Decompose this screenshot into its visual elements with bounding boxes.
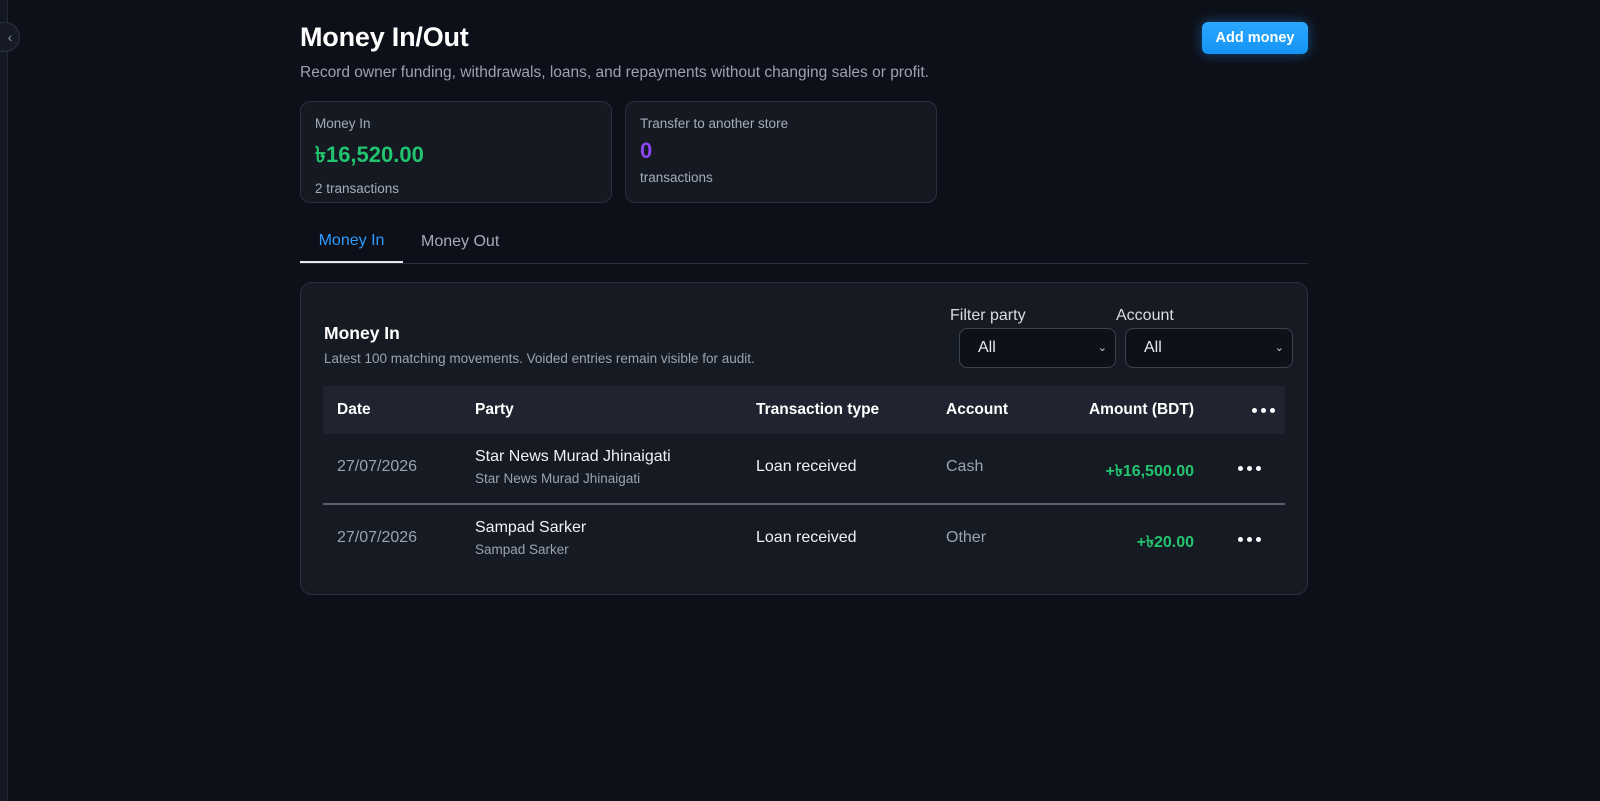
table-row[interactable]: 27/07/2026 Sampad Sarker Sampad Sarker L…	[323, 505, 1285, 574]
account-filter-select[interactable]: All ⌄	[1125, 328, 1293, 368]
account-filter-label: Account	[1116, 307, 1174, 324]
column-transaction-type[interactable]: Transaction type	[756, 386, 879, 434]
panel-title: Money In	[324, 323, 400, 343]
row-actions-button[interactable]	[1231, 527, 1267, 551]
column-amount[interactable]: Amount (BDT)	[1089, 386, 1194, 434]
column-menu-button[interactable]	[1245, 398, 1281, 422]
row-amount: +৳16,500.00	[1105, 463, 1195, 480]
row-actions-button[interactable]	[1231, 456, 1267, 480]
select-value: All	[1144, 339, 1162, 356]
more-horizontal-icon	[1237, 465, 1243, 471]
money-in-panel: Money In Latest 100 matching movements. …	[300, 282, 1308, 595]
more-horizontal-icon	[1237, 536, 1243, 542]
row-transaction-type: Loan received	[756, 529, 857, 546]
page-title: Money In/Out	[300, 22, 469, 52]
transactions-table: Date Party Transaction type Account Amou…	[323, 386, 1285, 574]
add-money-button[interactable]: Add money	[1202, 22, 1308, 54]
filter-party-label: Filter party	[950, 307, 1026, 324]
row-account: Cash	[946, 458, 984, 475]
sidebar-rail	[0, 0, 8, 801]
stat-value: ৳16,520.00	[315, 142, 424, 167]
chevron-down-icon: ⌄	[1097, 342, 1107, 354]
row-account: Other	[946, 529, 987, 546]
row-party: Star News Murad Jhinaigati	[475, 448, 671, 465]
stat-sub: 2 transactions	[315, 181, 400, 196]
chevron-left-icon: ‹	[7, 29, 13, 45]
panel-subtitle: Latest 100 matching movements. Voided en…	[324, 351, 755, 366]
filter-party-select[interactable]: All ⌄	[959, 328, 1116, 368]
column-party[interactable]: Party	[475, 386, 514, 434]
page-subtitle: Record owner funding, withdrawals, loans…	[300, 64, 929, 81]
stat-label: Transfer to another store	[640, 116, 789, 131]
row-party-sub: Sampad Sarker	[475, 542, 569, 557]
tab-bar: Money In Money Out	[300, 220, 1308, 264]
column-account[interactable]: Account	[946, 386, 1008, 434]
row-party-sub: Star News Murad Jhinaigati	[475, 471, 641, 486]
money-in-stat-card: Money In ৳16,520.00 2 transactions	[300, 101, 612, 203]
select-value: All	[978, 339, 996, 356]
stat-sub: transactions	[640, 170, 713, 185]
tab-money-in[interactable]: Money In	[300, 220, 403, 263]
chevron-down-icon: ⌄	[1274, 342, 1284, 354]
row-transaction-type: Loan received	[756, 458, 857, 475]
table-header: Date Party Transaction type Account Amou…	[323, 386, 1285, 434]
column-date[interactable]: Date	[337, 386, 371, 434]
row-date: 27/07/2026	[337, 458, 418, 475]
transfer-stat-card: Transfer to another store 0 transactions	[625, 101, 937, 203]
sidebar-toggle-button[interactable]: ‹	[0, 22, 20, 52]
more-horizontal-icon	[1251, 407, 1257, 413]
table-row[interactable]: 27/07/2026 Star News Murad Jhinaigati St…	[323, 434, 1285, 505]
stat-value: 0	[640, 138, 653, 163]
tab-money-out[interactable]: Money Out	[421, 220, 499, 263]
row-date: 27/07/2026	[337, 529, 418, 546]
row-party: Sampad Sarker	[475, 519, 587, 536]
stat-label: Money In	[315, 116, 371, 131]
row-amount: +৳20.00	[1136, 534, 1194, 551]
